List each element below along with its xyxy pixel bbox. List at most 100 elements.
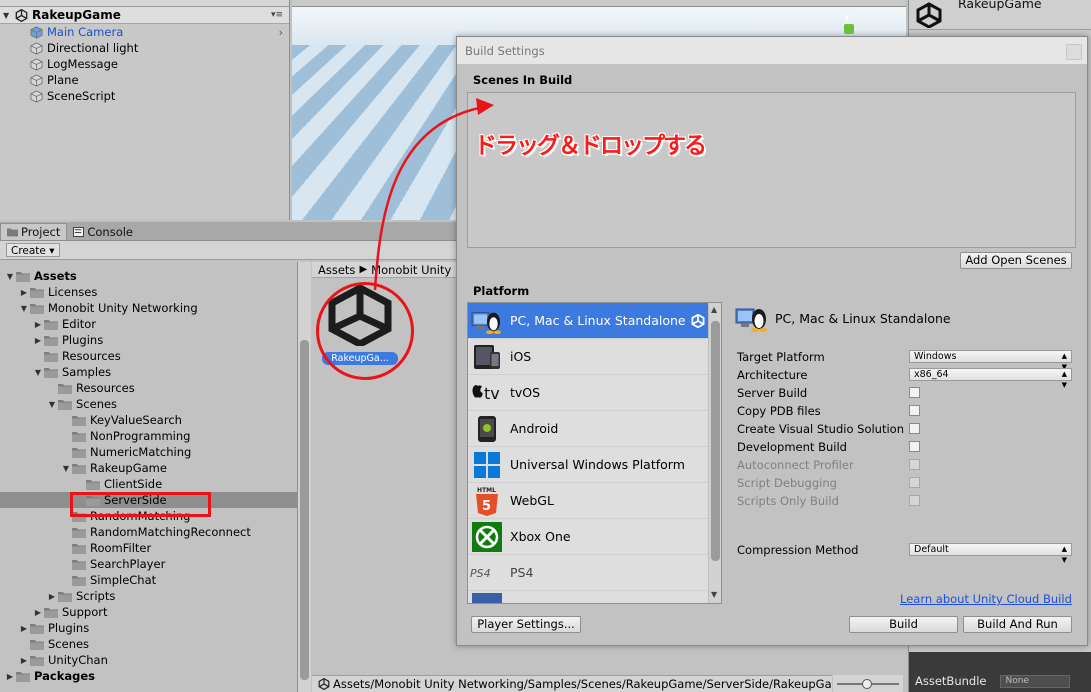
asset-bundle-select[interactable]: None [1000,674,1071,688]
folder-tree-item[interactable]: RoomFilter [0,540,297,556]
next-platform-icon[interactable] [472,593,502,603]
folder-tree-item[interactable]: SimpleChat [0,572,297,588]
folder-tree-item-label: Resources [76,381,135,395]
folder-tree-item[interactable]: Resources [0,348,297,364]
breadcrumb-separator-icon: ▶ [359,264,368,275]
expand-right-icon[interactable]: ▶ [18,656,30,665]
setting-label: Development Build [737,440,847,454]
inspector-header: RakeupGame [909,0,1091,30]
folder-tree-item[interactable]: ▶ Support [0,604,297,620]
folder-tree-item[interactable]: ▼ Assets [0,268,297,284]
folder-tree-item[interactable]: Scenes [0,636,297,652]
chevron-right-icon[interactable]: › [279,26,283,39]
folder-tree-item[interactable]: Resources [0,380,297,396]
annotation-circle [316,282,414,380]
player-settings-button[interactable]: Player Settings... [471,616,581,633]
scene-menu-icon[interactable]: ▾≡ [271,10,283,20]
folder-tree-item[interactable]: ▶ Editor [0,316,297,332]
folder-tree-scrollbar[interactable] [298,262,311,692]
setting-checkbox[interactable] [909,423,920,434]
breadcrumb-item-monobit[interactable]: Monobit Unity [371,263,451,277]
folder-icon [72,463,86,474]
gizmo-y-axis-icon[interactable] [844,24,854,34]
folder-tree-item[interactable]: SearchPlayer [0,556,297,572]
add-open-scenes-button[interactable]: Add Open Scenes [960,252,1072,269]
platform-item[interactable]: Xbox One [468,519,708,555]
platform-item[interactable]: Android [468,411,708,447]
hierarchy-item[interactable]: Plane [0,72,289,88]
folder-tree-item[interactable]: ▼ Monobit Unity Networking [0,300,297,316]
setting-dropdown[interactable]: x86_64 ▲ ▼ [909,368,1072,389]
folder-tree-item[interactable]: NonProgramming [0,428,297,444]
scroll-up-icon[interactable]: ▲ [711,305,717,314]
expand-right-icon[interactable]: ▶ [18,624,30,633]
build-and-run-button[interactable]: Build And Run [963,616,1072,633]
expand-right-icon[interactable]: ▶ [32,336,44,345]
breadcrumb-item-assets[interactable]: Assets [318,263,355,277]
hierarchy-scene-header[interactable]: ▼ RakeupGame ▾≡ [0,7,289,24]
hierarchy-item[interactable]: Main Camera › [0,24,289,40]
folder-icon [44,335,58,346]
platform-item[interactable]: HTML 5 WebGL [468,483,708,519]
folder-tree-item[interactable]: KeyValueSearch [0,412,297,428]
setting-dropdown[interactable]: Windows ▲ ▼ [909,350,1072,371]
expand-right-icon[interactable]: ▶ [4,672,16,681]
create-button[interactable]: Create ▾ [6,243,60,257]
expand-right-icon[interactable]: ▶ [46,592,58,601]
folder-tree-item[interactable]: ▼ RakeupGame [0,460,297,476]
collapse-icon[interactable]: ▼ [3,11,15,20]
expand-right-icon[interactable]: ▶ [18,288,30,297]
hierarchy-item-label: LogMessage [47,57,118,71]
expand-right-icon[interactable]: ▶ [32,608,44,617]
folder-tree-item[interactable]: ▶ Plugins [0,620,297,636]
build-button[interactable]: Build [849,616,958,633]
folder-icon [72,543,86,554]
expand-down-icon[interactable]: ▼ [18,304,30,313]
platform-item[interactable]: iOS [468,339,708,375]
tab-console[interactable]: Console [67,223,139,240]
platform-item[interactable]: PC, Mac & Linux Standalone [468,303,708,339]
folder-tree-item[interactable]: ▶ Scripts [0,588,297,604]
folder-icon [72,447,86,458]
folder-tree-item[interactable]: ▶ Packages [0,668,297,684]
folder-tree-item[interactable]: ▶ Licenses [0,284,297,300]
close-button[interactable] [1066,44,1082,60]
scrollbar-thumb[interactable] [711,321,720,561]
scroll-down-icon[interactable]: ▼ [711,590,717,599]
platform-item[interactable]: PS4 PS4 [468,555,708,591]
folder-tree-item[interactable]: ▶ UnityChan [0,652,297,668]
folder-tree-item[interactable]: NumericMatching [0,444,297,460]
build-settings-titlebar[interactable]: Build Settings [457,37,1087,65]
svg-text:5: 5 [482,499,491,514]
expand-down-icon[interactable]: ▼ [60,464,72,473]
folder-tree-item[interactable]: ▼ Scenes [0,396,297,412]
hierarchy-item[interactable]: LogMessage [0,56,289,72]
selected-platform-header: PC, Mac & Linux Standalone [735,303,951,333]
folder-tree-item[interactable]: RandomMatchingReconnect [0,524,297,540]
scene-axis-gizmo[interactable]: y [844,12,854,37]
unity-cloud-build-link[interactable]: Learn about Unity Cloud Build [900,592,1072,606]
expand-right-icon[interactable]: ▶ [32,320,44,329]
expand-down-icon[interactable]: ▼ [46,400,58,409]
scenes-in-build-list[interactable] [467,92,1076,248]
compression-method-dropdown[interactable]: Default ▲ ▼ [909,543,1072,564]
folder-tree-item[interactable]: ▶ Plugins [0,332,297,348]
setting-checkbox[interactable] [909,387,920,398]
setting-checkbox[interactable] [909,441,920,452]
asset-zoom-slider[interactable] [833,675,903,692]
setting-checkbox[interactable] [909,405,920,416]
expand-down-icon[interactable]: ▼ [32,368,44,377]
hierarchy-item[interactable]: SceneScript [0,88,289,104]
scrollbar-thumb[interactable] [300,340,309,680]
tab-project[interactable]: Project [0,223,68,240]
folder-tree-item[interactable]: ClientSide [0,476,297,492]
hierarchy-item-label: SceneScript [47,89,116,103]
folder-tree-item[interactable]: ▼ Samples [0,364,297,380]
platform-item[interactable]: Universal Windows Platform [468,447,708,483]
platform-list-scrollbar[interactable]: ▲ ▼ [708,303,721,603]
platform-item[interactable]: tv tvOS [468,375,708,411]
expand-down-icon[interactable]: ▼ [4,272,16,281]
unity-scene-small-icon [318,678,330,690]
gameobject-cube-icon [30,57,43,71]
hierarchy-item[interactable]: Directional light [0,40,289,56]
